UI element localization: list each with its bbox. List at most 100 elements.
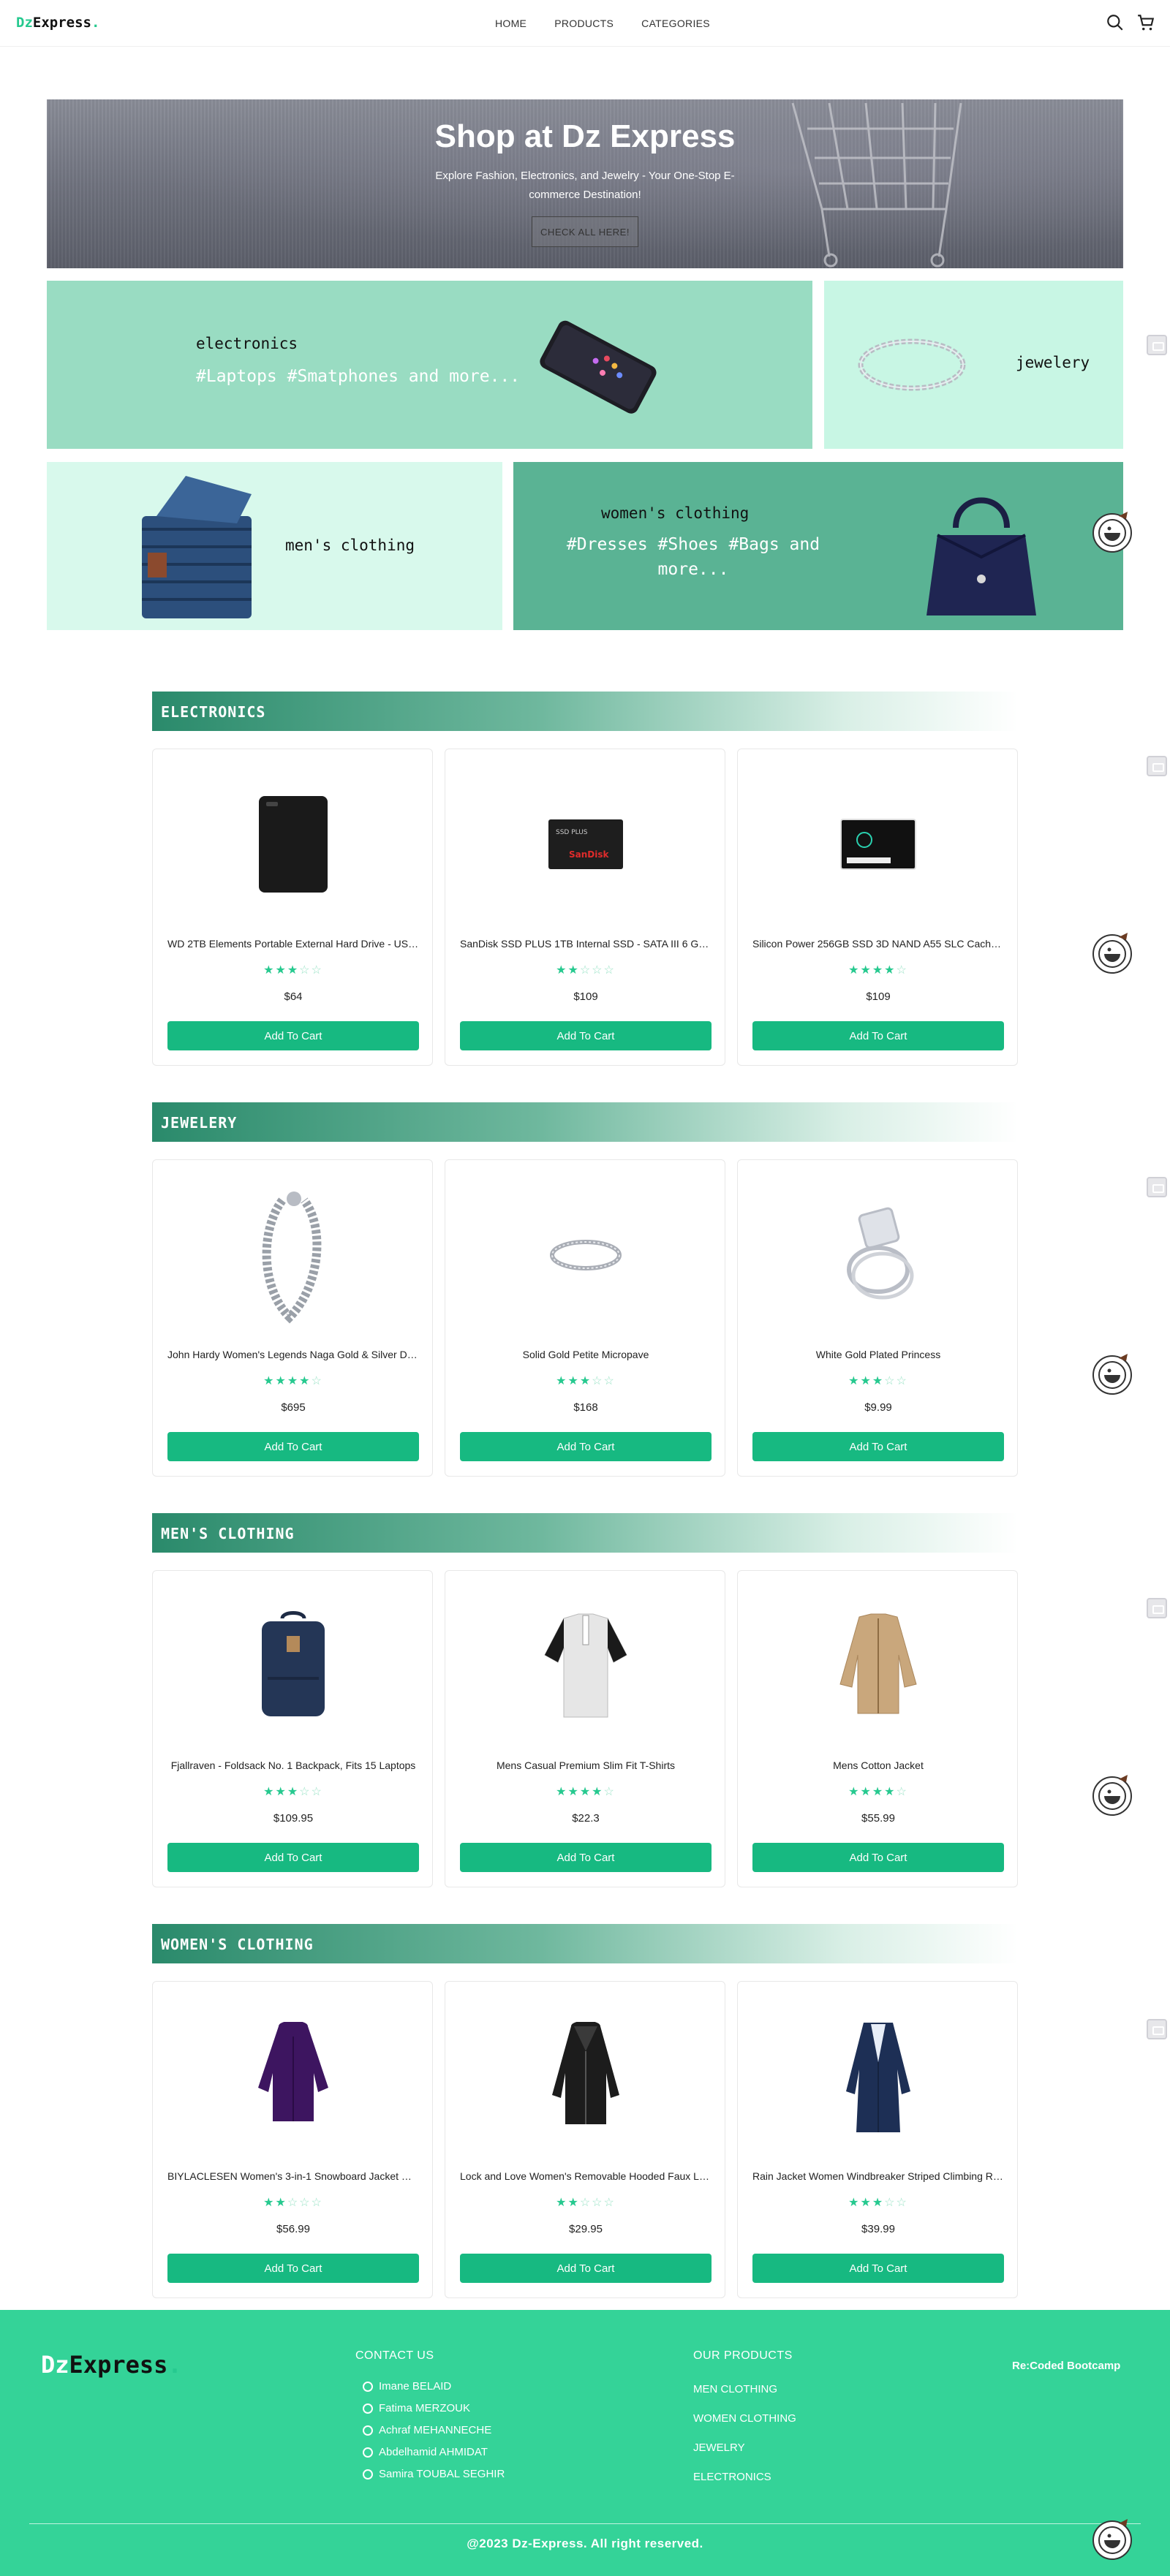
product-title[interactable]: BIYLACLESEN Women's 3-in-1 Snowboard Jac… [167,2170,419,2182]
product-title[interactable]: Mens Casual Premium Slim Fit T-Shirts [460,1759,712,1771]
product-title[interactable]: Rain Jacket Women Windbreaker Striped Cl… [752,2170,1004,2182]
footer-link-jewelry[interactable]: JEWELRY [693,2441,745,2454]
add-to-cart-button[interactable]: Add To Cart [460,1021,712,1050]
star-icon: ★★ [556,964,580,977]
star-empty-icon: ☆ [311,1375,323,1387]
brand-dz: Dz [41,2351,69,2379]
product-image[interactable] [220,771,366,917]
assistant-bot-icon[interactable] [1090,509,1135,554]
product-title[interactable]: White Gold Plated Princess [752,1349,1004,1360]
check-all-button[interactable]: CHECK ALL HERE! [532,216,638,247]
add-to-cart-button[interactable]: Add To Cart [460,1432,712,1461]
chat-widget-icon[interactable] [1147,756,1167,776]
product-title[interactable]: Mens Cotton Jacket [752,1759,1004,1771]
star-icon: ★★ [556,2197,580,2209]
product-image[interactable] [805,771,951,917]
brand-dot: . [167,2351,182,2379]
product-price: $55.99 [861,1812,895,1825]
rating-stars: ★★★☆☆ [738,1374,1019,1388]
add-to-cart-button[interactable]: Add To Cart [460,1843,712,1872]
chat-widget-icon[interactable] [1147,1598,1167,1618]
star-empty-icon: ☆☆ [299,1786,323,1798]
product-price: $9.99 [864,1401,892,1414]
product-image[interactable] [513,2004,659,2150]
add-to-cart-button[interactable]: Add To Cart [167,1843,419,1872]
product-image[interactable] [805,1593,951,1739]
contact-link[interactable]: Fatima MERZOUK [363,2402,470,2414]
product-image[interactable] [220,1182,366,1328]
category-tile-womens-clothing[interactable]: women's clothing #Dresses #Shoes #Bags a… [513,462,1123,630]
github-icon [363,2469,373,2480]
nav-link-home[interactable]: HOME [495,18,526,29]
tile-title: women's clothing [601,504,750,522]
product-price: $39.99 [861,2223,895,2235]
category-tile-electronics[interactable]: electronics #Laptops #Smatphones and mor… [47,281,812,449]
product-image[interactable] [513,1593,659,1739]
product-title[interactable]: SanDisk SSD PLUS 1TB Internal SSD - SATA… [460,938,712,950]
footer-logo[interactable]: DzExpress. [41,2351,182,2379]
footer-link-electronics[interactable]: ELECTRONICS [693,2471,771,2483]
cart-icon[interactable] [1136,13,1155,32]
star-icon: ★★★★ [263,1375,312,1387]
product-image[interactable] [805,1182,951,1328]
product-card: Lock and Love Women's Removable Hooded F… [445,1981,725,2298]
product-price: $168 [573,1401,598,1414]
product-title[interactable]: John Hardy Women's Legends Naga Gold & S… [167,1349,419,1360]
contact-link[interactable]: Achraf MEHANNECHE [363,2424,491,2436]
add-to-cart-button[interactable]: Add To Cart [460,2254,712,2283]
contact-link[interactable]: Abdelhamid AHMIDAT [363,2446,488,2458]
nav-link-categories[interactable]: CATEGORIES [641,18,710,29]
contact-link[interactable]: Imane BELAID [363,2380,451,2393]
product-title[interactable]: Lock and Love Women's Removable Hooded F… [460,2170,712,2182]
hero-subtitle: Explore Fashion, Electronics, and Jewelr… [435,170,735,201]
svg-text:SSD PLUS: SSD PLUS [556,829,588,836]
add-to-cart-button[interactable]: Add To Cart [752,1432,1004,1461]
brand-dot: . [91,15,100,31]
category-tile-jewelery[interactable]: jewelery [824,281,1123,449]
footer-link-women-clothing[interactable]: WOMEN CLOTHING [693,2412,796,2425]
add-to-cart-button[interactable]: Add To Cart [752,1843,1004,1872]
add-to-cart-button[interactable]: Add To Cart [752,1021,1004,1050]
product-price: $109 [573,990,598,1003]
product-image[interactable] [220,2004,366,2150]
chat-widget-icon[interactable] [1147,2019,1167,2039]
chat-widget-icon[interactable] [1147,335,1167,355]
footer-link-men-clothing[interactable]: MEN CLOTHING [693,2383,777,2395]
product-image[interactable] [220,1593,366,1739]
product-title[interactable]: Solid Gold Petite Micropave [460,1349,712,1360]
github-icon [363,2403,373,2414]
category-tile-mens-clothing[interactable]: men's clothing [47,462,502,630]
navbar: DzExpress. HOME PRODUCTS CATEGORIES [0,0,1170,47]
products-heading: OUR PRODUCTS [693,2349,793,2362]
contact-name: Imane BELAID [379,2380,452,2393]
product-title[interactable]: Silicon Power 256GB SSD 3D NAND A55 SLC … [752,938,1004,950]
brand-dz: Dz [16,15,33,31]
contact-link[interactable]: Samira TOUBAL SEGHIR [363,2468,505,2480]
product-title[interactable]: WD 2TB Elements Portable External Hard D… [167,938,419,950]
assistant-bot-icon[interactable] [1090,1772,1135,1817]
search-icon[interactable] [1106,13,1125,32]
star-icon: ★★ [263,2197,287,2209]
product-card: Silicon Power 256GB SSD 3D NAND A55 SLC … [737,749,1018,1066]
product-title[interactable]: Fjallraven - Foldsack No. 1 Backpack, Fi… [167,1759,419,1771]
product-image[interactable]: SSD PLUS SanDisk [513,771,659,917]
assistant-bot-icon[interactable] [1090,930,1135,975]
product-image[interactable] [805,2004,951,2150]
contact-name: Samira TOUBAL SEGHIR [379,2468,505,2480]
nav-link-products[interactable]: PRODUCTS [554,18,614,29]
github-icon [363,2425,373,2436]
assistant-bot-icon[interactable] [1090,2516,1135,2561]
bracelet-image [858,338,966,391]
contact-name: Abdelhamid AHMIDAT [379,2446,488,2458]
assistant-bot-icon[interactable] [1090,1351,1135,1396]
product-image[interactable] [513,1182,659,1328]
handbag-image [926,497,1036,615]
add-to-cart-button[interactable]: Add To Cart [752,2254,1004,2283]
add-to-cart-button[interactable]: Add To Cart [167,2254,419,2283]
chat-widget-icon[interactable] [1147,1177,1167,1197]
add-to-cart-button[interactable]: Add To Cart [167,1432,419,1461]
add-to-cart-button[interactable]: Add To Cart [167,1021,419,1050]
brand-logo[interactable]: DzExpress. [16,15,99,31]
section-header-electronics: ELECTRONICS [152,692,1018,731]
rating-stars: ★★☆☆☆ [445,2195,726,2210]
